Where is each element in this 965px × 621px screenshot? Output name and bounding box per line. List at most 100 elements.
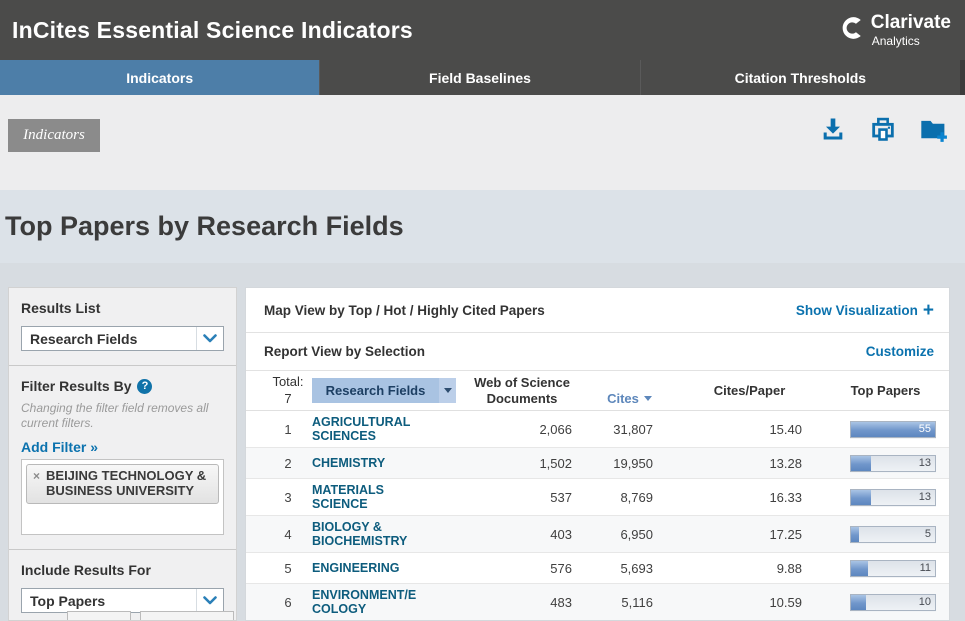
include-results-value: Top Papers	[30, 593, 105, 609]
top-papers-value: 11	[920, 562, 931, 574]
field-link[interactable]: CHEMISTRY	[312, 456, 462, 470]
top-papers-value: 55	[919, 423, 931, 435]
field-link[interactable]: MATERIALS SCIENCE	[312, 483, 462, 512]
cites-per-paper-column-label: Cites/Paper	[677, 383, 822, 399]
sidebar-cutoff-button[interactable]	[67, 611, 131, 621]
table-row: 2CHEMISTRY1,50219,95013.28 13	[246, 448, 949, 479]
wos-documents-column-label: Web of Science Documents	[462, 375, 582, 406]
field-cell: MATERIALS SCIENCE	[312, 483, 462, 512]
results-list-select[interactable]: Research Fields	[21, 326, 224, 351]
sidebar-cutoff-button[interactable]	[140, 611, 234, 621]
download-icon[interactable]	[819, 115, 847, 143]
cites-per-paper-value: 13.28	[677, 456, 822, 471]
include-results-select[interactable]: Top Papers	[21, 588, 224, 613]
top-papers-value: 10	[919, 596, 931, 608]
results-list-label: Results List	[21, 300, 224, 316]
cites-per-paper-value: 16.33	[677, 490, 822, 505]
map-view-title: Map View by Top / Hot / Highly Cited Pap…	[264, 303, 545, 318]
folder-add-icon[interactable]	[919, 115, 949, 143]
cites-per-paper-value: 17.25	[677, 527, 822, 542]
cites-value: 19,950	[582, 456, 677, 471]
total-count: Total: 7	[264, 374, 312, 408]
top-papers-bar-fill	[851, 456, 871, 471]
filter-tag-label: BEIJING TECHNOLOGY & BUSINESS UNIVERSITY	[46, 469, 212, 499]
top-papers-bar-fill	[851, 561, 868, 576]
tab-citation-thresholds[interactable]: Citation Thresholds	[640, 60, 960, 95]
show-visualization-label: Show Visualization	[796, 303, 918, 318]
top-papers-value: 13	[919, 457, 931, 469]
field-cell: BIOLOGY & BIOCHEMISTRY	[312, 520, 462, 549]
page: InCites Essential Science Indicators Cla…	[0, 0, 965, 621]
top-papers-bar-fill	[851, 527, 859, 542]
brand-logo: Clarivate Analytics	[838, 13, 951, 47]
table-row: 6ENVIRONMENT/E COLOGY4835,11610.5910	[246, 584, 949, 621]
filter-section: Filter Results By ? Changing the filter …	[9, 366, 236, 550]
sort-arrow-icon	[439, 378, 456, 403]
report-view-header: Report View by Selection Customize	[246, 333, 949, 371]
filter-list-box: × BEIJING TECHNOLOGY & BUSINESS UNIVERSI…	[21, 459, 224, 535]
top-papers-value: 13	[919, 491, 931, 503]
row-rank: 4	[264, 527, 312, 542]
cites-value: 5,693	[582, 561, 677, 576]
wos-documents-value: 483	[462, 595, 582, 610]
remove-filter-icon[interactable]: ×	[33, 469, 40, 499]
report-view-title: Report View by Selection	[264, 344, 425, 359]
tab-indicators[interactable]: Indicators	[0, 60, 319, 95]
top-papers-cell: 11	[822, 560, 949, 577]
sort-cites-button[interactable]: Cites	[607, 391, 652, 407]
cites-value: 6,950	[582, 527, 677, 542]
wos-documents-value: 1,502	[462, 456, 582, 471]
cites-column-label: Cites	[607, 391, 639, 407]
brand-sub: Analytics	[872, 35, 951, 47]
top-papers-cell: 55	[822, 421, 949, 438]
top-papers-bar-fill	[851, 490, 871, 505]
top-papers-bar: 10	[850, 594, 936, 611]
page-title: Top Papers by Research Fields	[0, 211, 404, 242]
include-results-label: Include Results For	[21, 562, 224, 578]
top-papers-value: 5	[925, 528, 931, 540]
results-list-section: Results List Research Fields	[9, 288, 236, 366]
brand-text: Clarivate Analytics	[871, 13, 951, 47]
top-papers-cell: 10	[822, 594, 949, 611]
top-papers-column-label: Top Papers	[822, 383, 949, 399]
cites-per-paper-value: 10.59	[677, 595, 822, 610]
cites-per-paper-value: 9.88	[677, 561, 822, 576]
show-visualization-link[interactable]: Show Visualization +	[796, 301, 934, 320]
filter-tag[interactable]: × BEIJING TECHNOLOGY & BUSINESS UNIVERSI…	[26, 464, 219, 504]
top-papers-bar: 11	[850, 560, 936, 577]
customize-link[interactable]: Customize	[866, 344, 934, 359]
toolbar-icons	[819, 115, 949, 143]
map-view-header: Map View by Top / Hot / Highly Cited Pap…	[246, 288, 949, 333]
top-papers-bar-fill	[851, 595, 866, 610]
field-link[interactable]: AGRICULTURAL SCIENCES	[312, 415, 462, 444]
sort-research-fields-button[interactable]: Research Fields	[312, 378, 456, 403]
field-link[interactable]: ENGINEERING	[312, 561, 462, 575]
app-header: InCites Essential Science Indicators Cla…	[0, 0, 965, 60]
toolbar: Indicators	[0, 95, 965, 190]
field-link[interactable]: ENVIRONMENT/E COLOGY	[312, 588, 462, 617]
field-cell: CHEMISTRY	[312, 456, 462, 470]
customize-label: Customize	[866, 344, 934, 359]
question-icon[interactable]: ?	[137, 379, 152, 394]
breadcrumb[interactable]: Indicators	[8, 119, 100, 152]
chevron-down-icon	[196, 327, 223, 350]
wos-documents-value: 537	[462, 490, 582, 505]
field-link[interactable]: BIOLOGY & BIOCHEMISTRY	[312, 520, 462, 549]
cites-per-paper-value: 15.40	[677, 422, 822, 437]
wos-documents-value: 576	[462, 561, 582, 576]
cites-value: 31,807	[582, 422, 677, 437]
top-papers-cell: 13	[822, 489, 949, 506]
print-icon[interactable]	[869, 115, 897, 143]
research-fields-column-label: Research Fields	[312, 383, 439, 398]
row-rank: 6	[264, 595, 312, 610]
brand-name: Clarivate	[871, 13, 951, 32]
field-cell: AGRICULTURAL SCIENCES	[312, 415, 462, 444]
wos-documents-value: 2,066	[462, 422, 582, 437]
row-rank: 2	[264, 456, 312, 471]
table-row: 4BIOLOGY & BIOCHEMISTRY4036,95017.255	[246, 516, 949, 553]
results-list-value: Research Fields	[30, 331, 137, 347]
tab-field-baselines[interactable]: Field Baselines	[319, 60, 639, 95]
row-rank: 3	[264, 490, 312, 505]
add-filter-link[interactable]: Add Filter »	[21, 439, 224, 455]
table-header: Total: 7 Research Fields Web of Science …	[246, 371, 949, 411]
